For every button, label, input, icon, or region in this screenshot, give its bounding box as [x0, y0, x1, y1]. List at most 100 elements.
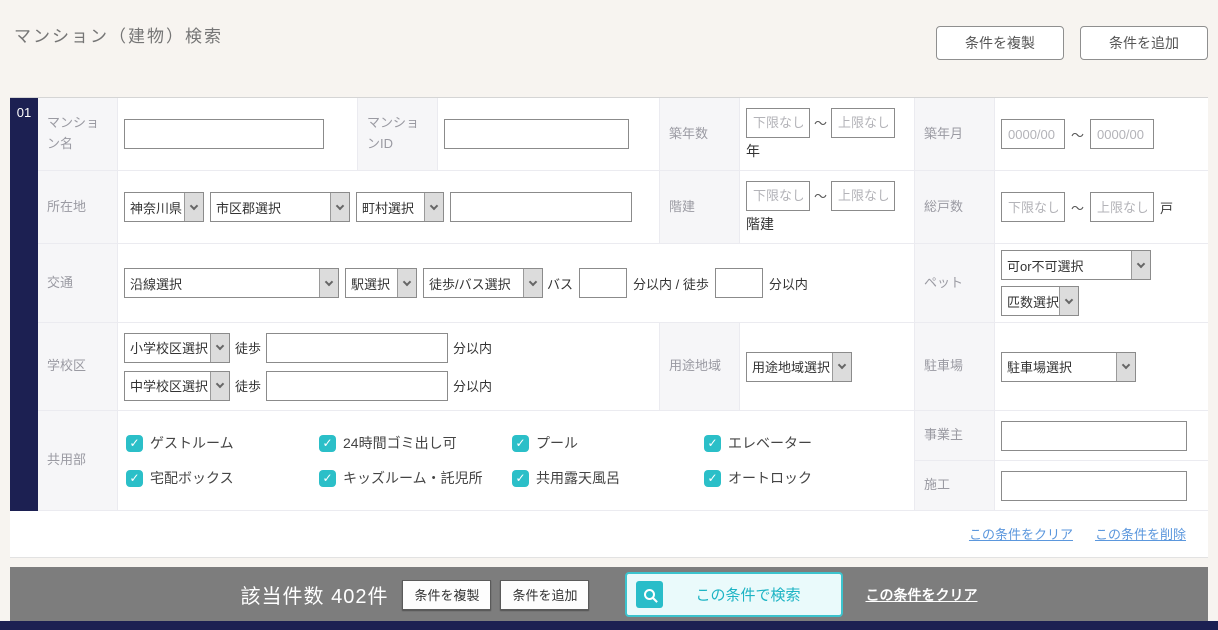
- floors-label: 階建: [660, 171, 740, 243]
- checkbox-kids-room[interactable]: ✓ キッズルーム・託児所: [319, 468, 512, 488]
- builder-label: 施工: [915, 461, 995, 510]
- junior-high-walk-minutes-input[interactable]: [266, 371, 448, 401]
- walk-unit-label: 分以内: [453, 376, 492, 395]
- search-button[interactable]: この条件で検索: [625, 572, 843, 617]
- school-district-label: 学校区: [38, 323, 118, 410]
- walk-unit-label: 分以内: [453, 338, 492, 357]
- mansion-name-label: マンション名: [38, 98, 118, 170]
- walk-label: 徒歩: [235, 338, 261, 357]
- result-count-value: 402件: [331, 586, 388, 608]
- junior-high-school-select[interactable]: 中学校区選択: [124, 371, 230, 401]
- floors-min-input[interactable]: [746, 181, 810, 211]
- built-date-min-input[interactable]: [1001, 119, 1065, 149]
- mansion-id-label: マンションID: [358, 98, 438, 170]
- bus-minutes-input[interactable]: [579, 268, 627, 298]
- result-count-label: 該当件数: [241, 586, 325, 608]
- walk-bus-select[interactable]: 徒歩/バス選択: [423, 268, 543, 298]
- clear-condition-link[interactable]: この条件をクリア: [969, 524, 1073, 543]
- elementary-walk-minutes-input[interactable]: [266, 333, 448, 363]
- checkbox-24h-garbage[interactable]: ✓ 24時間ゴミ出し可: [319, 433, 512, 453]
- result-count: 該当件数 402件: [241, 580, 389, 609]
- common-area-label: 共用部: [38, 411, 118, 510]
- zoning-select[interactable]: 用途地域選択: [746, 352, 852, 382]
- parking-select[interactable]: 駐車場選択: [1001, 352, 1136, 382]
- checkbox-open-air-bath[interactable]: ✓ 共用露天風呂: [512, 468, 704, 488]
- check-icon: ✓: [126, 470, 143, 487]
- check-icon: ✓: [319, 470, 336, 487]
- developer-input[interactable]: [1001, 421, 1187, 451]
- location-label: 所在地: [38, 171, 118, 243]
- floors-unit: 階建: [746, 214, 895, 234]
- elementary-school-select[interactable]: 小学校区選択: [124, 333, 230, 363]
- range-tilde: ～: [1071, 125, 1084, 144]
- checkbox-auto-lock[interactable]: ✓ オートロック: [704, 468, 889, 488]
- delete-condition-link[interactable]: この条件を削除: [1095, 524, 1186, 543]
- pet-allowed-select[interactable]: 可or不可選択: [1001, 250, 1151, 280]
- pet-label: ペット: [915, 244, 995, 322]
- chevron-down-icon: [330, 193, 349, 221]
- chevron-down-icon: [1131, 251, 1150, 279]
- building-age-max-input[interactable]: [831, 108, 895, 138]
- parking-label: 駐車場: [915, 323, 995, 410]
- row-transport-pet: 交通 沿線選択 駅選択 徒歩/バス選択 バス: [38, 244, 1208, 323]
- chevron-down-icon: [832, 353, 851, 381]
- chevron-down-icon: [319, 269, 338, 297]
- chevron-down-icon: [397, 269, 416, 297]
- clear-condition-link-bottom[interactable]: この条件をクリア: [865, 585, 977, 605]
- building-age-min-input[interactable]: [746, 108, 810, 138]
- builder-input[interactable]: [1001, 471, 1187, 501]
- mansion-name-input[interactable]: [124, 119, 324, 149]
- row-name-id-age: マンション名 マンションID 築年数 ～ 年: [38, 98, 1208, 171]
- header: マンション（建物）検索 条件を複製 条件を追加: [0, 0, 1218, 97]
- range-tilde: ～: [1071, 198, 1084, 217]
- train-line-select[interactable]: 沿線選択: [124, 268, 339, 298]
- prefecture-select[interactable]: 神奈川県: [124, 192, 204, 222]
- duplicate-condition-button-bottom[interactable]: 条件を複製: [402, 580, 491, 610]
- checkbox-guest-room[interactable]: ✓ ゲストルーム: [126, 433, 319, 453]
- transport-label: 交通: [38, 244, 118, 322]
- chevron-down-icon: [523, 269, 542, 297]
- city-select[interactable]: 市区郡選択: [210, 192, 350, 222]
- check-icon: ✓: [704, 435, 721, 452]
- chevron-down-icon: [210, 334, 229, 362]
- walk-minutes-input[interactable]: [715, 268, 763, 298]
- check-icon: ✓: [704, 470, 721, 487]
- row-common-developer-builder: 共用部 ✓ ゲストルーム ✓ 24時間ゴミ出し可 ✓ プール: [38, 411, 1208, 511]
- checkbox-pool[interactable]: ✓ プール: [512, 433, 704, 453]
- add-condition-button-bottom[interactable]: 条件を追加: [500, 580, 589, 610]
- check-icon: ✓: [512, 470, 529, 487]
- duplicate-condition-button[interactable]: 条件を複製: [936, 26, 1064, 60]
- condition-panel: 01 マンション名 マンションID 築年数 ～: [10, 97, 1208, 558]
- total-units-unit: 戸: [1160, 198, 1173, 217]
- condition-links: この条件をクリア この条件を削除: [10, 511, 1208, 557]
- condition-number: 01: [10, 98, 38, 511]
- checkbox-elevator[interactable]: ✓ エレベーター: [704, 433, 889, 453]
- mansion-id-input[interactable]: [444, 119, 629, 149]
- bus-unit-label: 分以内 / 徒歩: [633, 274, 709, 293]
- chevron-down-icon: [1116, 353, 1135, 381]
- total-units-label: 総戸数: [915, 171, 995, 243]
- checkbox-delivery-box[interactable]: ✓ 宅配ボックス: [126, 468, 319, 488]
- chevron-down-icon: [424, 193, 443, 221]
- built-date-max-input[interactable]: [1090, 119, 1154, 149]
- built-date-label: 築年月: [915, 98, 995, 170]
- station-select[interactable]: 駅選択: [345, 268, 417, 298]
- building-age-unit: 年: [746, 141, 895, 161]
- add-condition-button[interactable]: 条件を追加: [1080, 26, 1208, 60]
- developer-label: 事業主: [915, 411, 995, 460]
- check-icon: ✓: [126, 435, 143, 452]
- location-free-input[interactable]: [450, 192, 632, 222]
- condition-number-text: 01: [17, 105, 31, 120]
- chevron-down-icon: [210, 372, 229, 400]
- range-tilde: ～: [814, 113, 827, 132]
- pet-count-select[interactable]: 匹数選択: [1001, 286, 1079, 316]
- town-select[interactable]: 町村選択: [356, 192, 444, 222]
- check-icon: ✓: [512, 435, 529, 452]
- chevron-down-icon: [1059, 287, 1078, 315]
- total-units-min-input[interactable]: [1001, 192, 1065, 222]
- floors-max-input[interactable]: [831, 181, 895, 211]
- total-units-max-input[interactable]: [1090, 192, 1154, 222]
- bus-label: バス: [547, 274, 573, 293]
- header-buttons: 条件を複製 条件を追加: [936, 26, 1208, 60]
- row-location-floors-units: 所在地 神奈川県 市区郡選択 町村選択 階建: [38, 171, 1208, 244]
